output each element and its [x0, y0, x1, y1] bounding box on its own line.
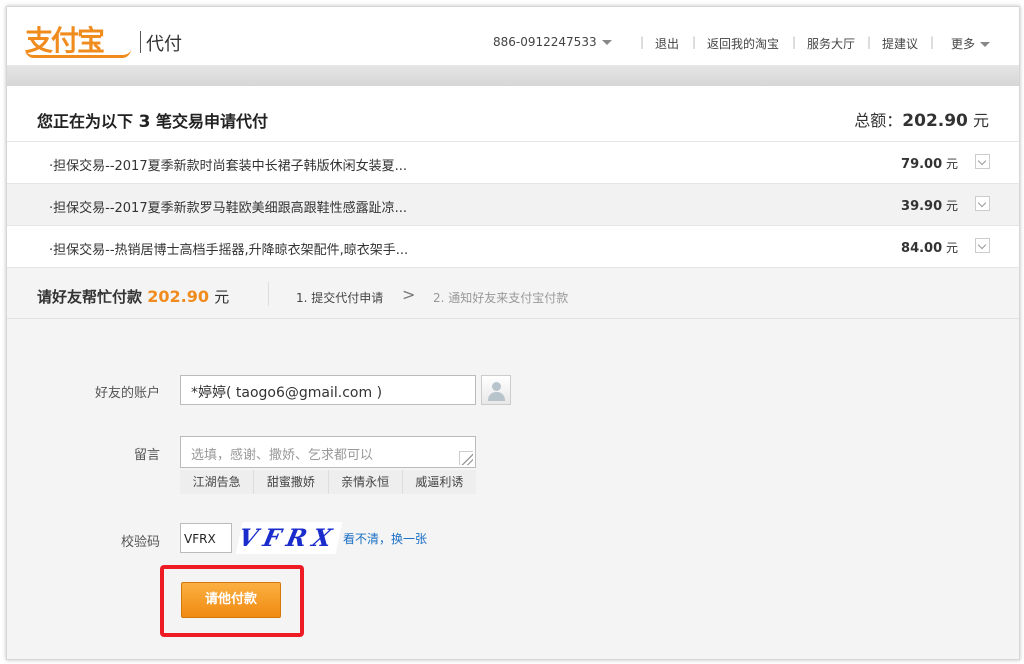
summary-title-suffix: 笔交易申请代付	[156, 112, 269, 131]
chevron-down-icon	[601, 40, 612, 45]
account-dropdown[interactable]: 886-0912247533	[493, 35, 612, 49]
header-band	[7, 65, 1019, 86]
summary-title-prefix: 您正在为以下	[37, 112, 134, 131]
refresh-captcha-link[interactable]: 看不清，换一张	[343, 530, 427, 547]
item-price-unit: 元	[945, 157, 958, 171]
preset-urgent[interactable]: 江湖告急	[180, 470, 255, 494]
item-price-value: 39.90	[901, 199, 943, 214]
logo-divider	[140, 31, 141, 53]
list-item: ·担保交易--2017夏季新款时尚套装中长裙子韩版休闲女装夏... 79.00 …	[7, 142, 1019, 184]
logo-subtitle: 代付	[146, 34, 182, 55]
pay-title: 请好友帮忙付款 202.90 元	[37, 286, 229, 307]
chevron-down-icon	[980, 42, 991, 47]
captcha-label: 校验码	[120, 535, 160, 550]
transaction-count: 3	[138, 112, 151, 132]
message-placeholder: 选填，感谢、撒娇、乞求都可以	[191, 448, 374, 463]
total-currency: 元	[972, 111, 989, 130]
preset-sweet[interactable]: 甜蜜撒娇	[254, 470, 329, 494]
item-name: ·担保交易--热销居博士高档手摇器,升降晾衣架配件,晾衣架手...	[49, 243, 409, 258]
pay-label: 请好友帮忙付款	[37, 288, 143, 306]
preset-family[interactable]: 亲情永恒	[329, 470, 403, 494]
nav-separator: |	[692, 35, 697, 49]
request-payment-button[interactable]: 请他付款	[181, 582, 281, 618]
pay-amount: 202.90	[147, 287, 209, 306]
contact-body	[488, 392, 505, 401]
message-textarea[interactable]: 选填，感谢、撒娇、乞求都可以	[180, 436, 476, 468]
message-presets: 江湖告急 甜蜜撒娇 亲情永恒 威逼利诱	[180, 470, 476, 494]
friend-account-field[interactable]: *婷婷( taogo6@gmail.com )	[180, 375, 476, 405]
page-frame: 支付宝 代付 886-0912247533 | 退出 | 返回我的淘宝 | 服务…	[6, 6, 1020, 660]
nav-logout[interactable]: 退出	[655, 35, 679, 52]
item-price: 39.90 元	[901, 197, 958, 214]
message-label: 留言	[133, 448, 160, 463]
item-name: ·担保交易--2017夏季新款时尚套装中长裙子韩版休闲女装夏...	[49, 159, 407, 174]
logo-swoosh	[25, 49, 131, 58]
step-arrow-icon: >	[402, 285, 416, 304]
nav-back-to-taobao[interactable]: 返回我的淘宝	[707, 35, 779, 52]
expand-chevron-icon[interactable]	[975, 238, 990, 253]
contact-picker-icon[interactable]	[481, 375, 511, 405]
summary-row: 您正在为以下 3 笔交易申请代付 总额：202.90 元	[7, 86, 1019, 142]
list-item: ·担保交易--2017夏季新款罗马鞋欧美细跟高跟鞋性感露趾凉... 39.90 …	[7, 184, 1019, 226]
item-name: ·担保交易--2017夏季新款罗马鞋欧美细跟高跟鞋性感露趾凉...	[49, 201, 407, 216]
nav-more-label: 更多	[951, 37, 976, 51]
pay-unit: 元	[214, 288, 230, 306]
account-number: 886-0912247533	[493, 35, 597, 49]
pay-divider	[268, 282, 269, 306]
captcha-field[interactable]: VFRX	[180, 523, 232, 553]
resize-handle-icon[interactable]	[459, 451, 473, 465]
item-price-value: 79.00	[901, 157, 943, 172]
payment-panel: 您正在为以下 3 笔交易申请代付 总额：202.90 元 ·担保交易--2017…	[7, 86, 1019, 659]
item-price-unit: 元	[945, 241, 958, 255]
item-price: 84.00 元	[901, 239, 958, 256]
preset-coerce[interactable]: 威逼利诱	[403, 470, 476, 494]
item-price: 79.00 元	[901, 155, 958, 172]
total-label: 总额：	[854, 111, 903, 130]
header: 支付宝 代付 886-0912247533 | 退出 | 返回我的淘宝 | 服务…	[7, 7, 1019, 65]
nav-feedback[interactable]: 提建议	[882, 35, 918, 52]
nav-separator: |	[867, 35, 872, 49]
step-notify-friend: 2. 通知好友来支付宝付款	[433, 291, 569, 305]
total-amount: 总额：202.90 元	[854, 107, 989, 131]
total-value: 202.90	[902, 111, 968, 131]
item-price-unit: 元	[945, 199, 958, 213]
summary-title: 您正在为以下 3 笔交易申请代付	[37, 108, 268, 132]
account-label: 好友的账户	[94, 386, 160, 401]
pay-summary-row: 请好友帮忙付款 202.90 元 1. 提交代付申请 > 2. 通知好友来支付宝…	[7, 268, 1019, 319]
nav-separator: |	[930, 35, 935, 49]
expand-chevron-icon[interactable]	[975, 196, 990, 211]
nav-more[interactable]: 更多	[951, 35, 991, 52]
contact-head	[492, 382, 501, 391]
captcha-image[interactable]: VFRX	[235, 522, 343, 554]
list-item: ·担保交易--热销居博士高档手摇器,升降晾衣架配件,晾衣架手... 84.00 …	[7, 226, 1019, 268]
item-price-value: 84.00	[901, 241, 943, 256]
nav-separator: |	[792, 35, 797, 49]
expand-chevron-icon[interactable]	[975, 154, 990, 169]
nav-service-hall[interactable]: 服务大厅	[807, 35, 855, 52]
step-submit-request: 1. 提交代付申请	[296, 291, 384, 305]
nav-separator: |	[640, 35, 645, 49]
